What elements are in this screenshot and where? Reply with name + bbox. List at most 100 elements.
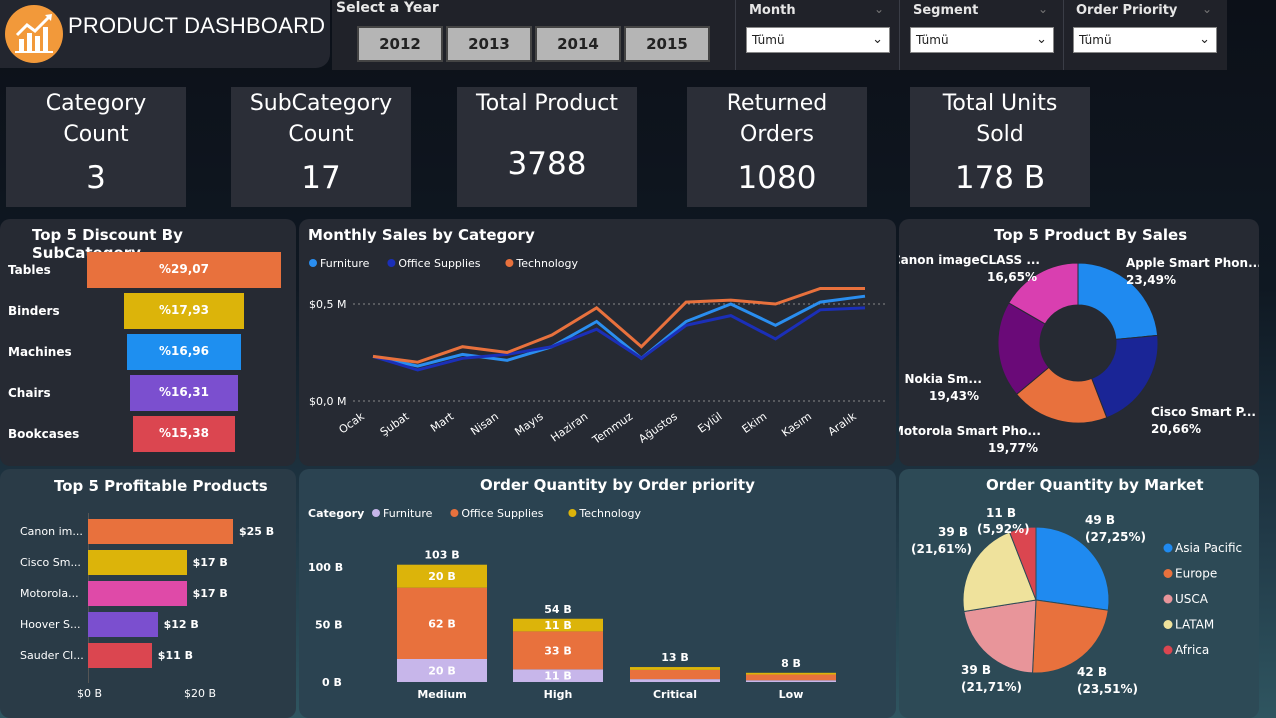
- kpi-label: Returned: [726, 91, 828, 116]
- segment-label: 20 B: [428, 570, 456, 583]
- donut-slice-pct: 19,77%: [988, 441, 1038, 455]
- x-tick-label: $0 B: [77, 687, 103, 700]
- x-tick-label: $20 B: [184, 687, 217, 700]
- kpi-value: 3: [86, 160, 106, 196]
- kpi-label: Total Product: [476, 91, 618, 116]
- chart-logo-icon: [5, 5, 63, 63]
- profit-bar-label: $25 B: [239, 525, 275, 538]
- discount-bar: %16,31: [129, 375, 239, 411]
- x-tick-label: Aralık: [826, 409, 860, 438]
- chevron-down-icon: ⌄: [872, 32, 883, 47]
- divider: [899, 0, 900, 70]
- market-pie: 49 B (27,25%) 42 B (23,51%) 39 B (21,71%) 39 B…: [911, 506, 1242, 696]
- donut-slice-name: Nokia Sm...: [905, 372, 982, 386]
- legend-dot: [1163, 594, 1173, 604]
- x-tick-label: Mayıs: [512, 410, 546, 439]
- chevron-down-icon[interactable]: ⌄: [874, 2, 884, 16]
- donut-slice-name: Apple Smart Phon...: [1126, 256, 1259, 270]
- legend-dot: [1163, 569, 1173, 578]
- donut-slice-pct: 23,49%: [1126, 273, 1176, 287]
- kpi-value: 17: [301, 160, 341, 196]
- pie-value-label: 42 B: [1077, 665, 1107, 679]
- legend-label: Africa: [1175, 643, 1209, 657]
- profit-row-label: Hoover S...: [20, 618, 81, 631]
- y-tick-label: 0 B: [322, 676, 342, 689]
- x-tick-label: Eylül: [695, 410, 724, 436]
- order-priority-label: Order Priority: [1076, 3, 1178, 18]
- y-tick-label: $0,5 M: [309, 298, 346, 311]
- profit-bar: [88, 550, 187, 575]
- chevron-down-icon[interactable]: ⌄: [1038, 2, 1048, 16]
- segment-label: Segment: [913, 3, 979, 18]
- donut-slice-name: Motorola Smart Pho...: [899, 424, 1041, 438]
- pie-slice: [963, 599, 1037, 674]
- chevron-down-icon: ⌄: [1199, 32, 1210, 47]
- kpi-card-total-product: Total Product 3788: [457, 87, 637, 207]
- discount-bar: %15,38: [132, 416, 236, 452]
- bar-total-label: 8 B: [781, 657, 801, 670]
- kpi-label: Total Units: [942, 91, 1058, 116]
- segment-label: 11 B: [544, 619, 572, 632]
- year-button-2013[interactable]: 2013: [446, 26, 532, 62]
- top-sales-donut: Apple Smart Phon... 23,49% Cisco Smart P..…: [899, 253, 1259, 455]
- profit-bar-label: $11 B: [157, 649, 193, 662]
- pie-value-label: 39 B: [961, 663, 991, 677]
- kpi-value: 178 B: [954, 160, 1046, 196]
- legend-label: Technology: [515, 257, 578, 270]
- segment-dropdown-value: Tümü: [916, 33, 949, 47]
- legend-label: Asia Pacific: [1175, 541, 1242, 555]
- pie-value-label: 39 B: [938, 525, 968, 539]
- legend-dot: [1163, 645, 1173, 655]
- segment-dropdown[interactable]: Tümü ⌄: [910, 27, 1054, 53]
- profit-row-label: Motorola...: [20, 587, 79, 600]
- stacked-segment: [746, 674, 836, 681]
- kpi-value: 3788: [507, 146, 587, 182]
- segment-label: 11 B: [544, 670, 572, 683]
- kpi-card-category-count: Category Count 3: [6, 87, 186, 207]
- chevron-down-icon[interactable]: ⌄: [1202, 2, 1212, 16]
- pie-value-label: 49 B: [1085, 513, 1115, 527]
- bar-total-label: 103 B: [424, 549, 459, 562]
- x-tick-label: Low: [779, 688, 804, 701]
- bar-total-label: 54 B: [544, 603, 572, 616]
- discount-row-label: Tables: [8, 263, 51, 277]
- year-button-2015[interactable]: 2015: [624, 26, 710, 62]
- legend-dot: [505, 259, 514, 267]
- profit-bar: [88, 612, 158, 637]
- y-tick-label: 50 B: [315, 619, 343, 632]
- x-tick-label: Medium: [417, 688, 466, 701]
- stacked-segment: [630, 679, 720, 682]
- stacked-segment: [630, 667, 720, 670]
- donut-slice-name: Canon imageCLASS ...: [899, 253, 1040, 267]
- segment-label: 20 B: [428, 665, 456, 678]
- legend-title: Category: [308, 507, 364, 520]
- x-tick-label: Haziran: [548, 410, 590, 445]
- pie-pct-label: (21,61%): [911, 542, 972, 556]
- year-button-2014[interactable]: 2014: [535, 26, 621, 62]
- order-priority-dropdown[interactable]: Tümü ⌄: [1073, 27, 1217, 53]
- discount-bar-label: %17,93: [158, 303, 209, 317]
- legend-label: Europe: [1175, 567, 1217, 581]
- stacked-segment: [630, 669, 720, 680]
- profit-bar: [88, 581, 187, 606]
- series-line: [372, 287, 865, 364]
- x-tick-label: Ağustos: [636, 410, 680, 446]
- legend-dot: [1163, 620, 1173, 629]
- kpi-label: Category: [45, 91, 147, 116]
- month-dropdown[interactable]: Tümü ⌄: [746, 27, 890, 53]
- legend-dot: [1163, 543, 1173, 553]
- year-button-2012[interactable]: 2012: [357, 26, 443, 62]
- bar-total-label: 13 B: [661, 651, 689, 664]
- kpi-card-subcategory-count: SubCategory Count 17: [231, 87, 411, 207]
- discount-panel: Top 5 Discount By SubCategory Tables%29,…: [0, 219, 296, 466]
- segment-label: 62 B: [428, 617, 456, 630]
- x-tick-label: Ocak: [336, 409, 367, 436]
- page-title: PRODUCT DASHBOARD: [68, 13, 326, 38]
- discount-row-label: Binders: [8, 304, 60, 318]
- segment-label: 33 B: [544, 644, 572, 657]
- stacked-segment: [746, 672, 836, 675]
- monthly-sales-chart: Furniture Office Supplies Technology $0,5 M…: [309, 257, 887, 447]
- donut-slice-pct: 19,43%: [929, 389, 979, 403]
- legend-label: Furniture: [320, 257, 370, 270]
- month-dropdown-value: Tümü: [752, 33, 785, 47]
